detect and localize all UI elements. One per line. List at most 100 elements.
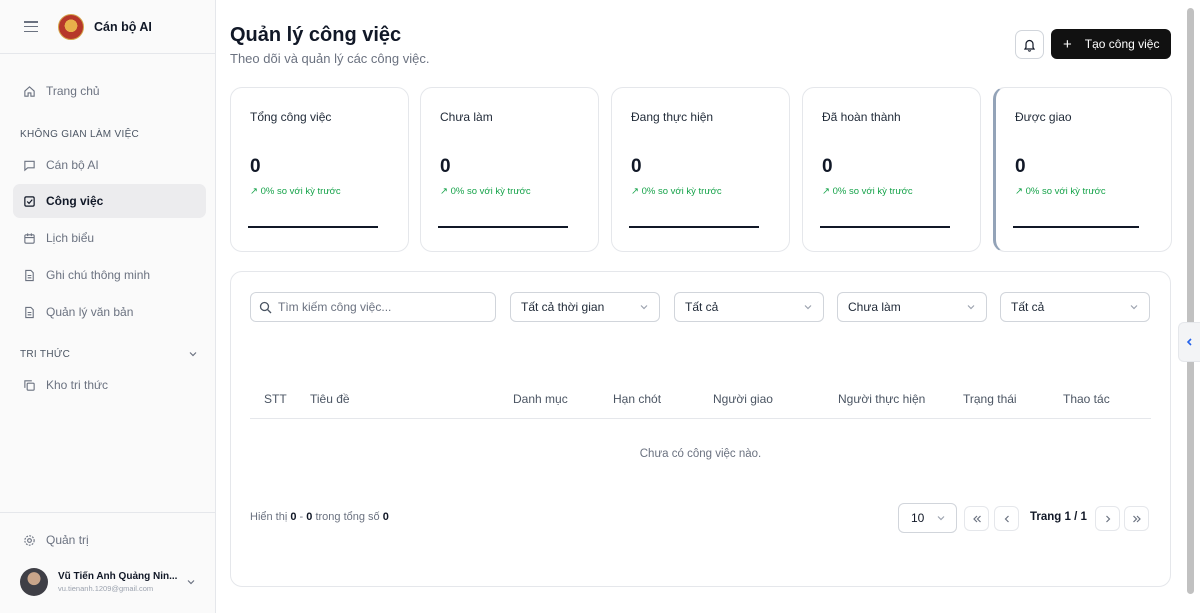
notification-button[interactable]	[1015, 30, 1044, 59]
stat-trend-text: 0% so với kỳ trước	[832, 186, 913, 197]
chevron-down-icon	[804, 305, 812, 310]
sidebar-item-van-ban[interactable]: Quản lý văn bản	[13, 295, 206, 329]
table-header-divider	[250, 418, 1151, 419]
page-title: Quản lý công việc	[230, 24, 402, 46]
select-value: Tất cả thời gian	[521, 300, 605, 314]
sidebar: Cán bộ AI Trang chủ KHÔNG GIAN LÀM VIỆC …	[0, 0, 216, 613]
app-name: Cán bộ AI	[94, 19, 152, 34]
chevron-right-icon	[1105, 515, 1110, 522]
last-page-button[interactable]	[1124, 506, 1149, 531]
stat-card-total: Tổng công việc 0 ↗ 0% so với kỳ trước	[230, 87, 409, 252]
sidebar-item-lich-bieu[interactable]: Lịch biểu	[13, 221, 206, 255]
sidebar-item-quan-tri[interactable]: Quản trị	[13, 523, 206, 557]
bell-icon	[1023, 39, 1036, 52]
sidebar-item-kho-tri-thuc[interactable]: Kho tri thức	[13, 368, 206, 402]
column-header-title[interactable]: Tiêu đề	[310, 392, 350, 406]
chat-icon	[23, 159, 36, 172]
sidebar-item-label: Trang chủ	[46, 84, 100, 98]
time-filter-select[interactable]: Tất cả thời gian	[510, 292, 660, 322]
stat-trend: ↗ 0% so với kỳ trước	[440, 186, 531, 197]
sidebar-item-cong-viec[interactable]: Công việc	[13, 184, 206, 218]
page-info: Trang 1 / 1	[1030, 511, 1087, 523]
arrow-up-right-icon: ↗	[440, 186, 448, 197]
section-label-knowledge: TRI THỨC	[20, 349, 71, 360]
category-filter-select[interactable]: Tất cả	[674, 292, 824, 322]
arrow-up-right-icon: ↗	[822, 186, 830, 197]
user-name: Vũ Tiến Anh Quảng Nin...	[58, 571, 178, 582]
sidebar-item-label: Công việc	[46, 194, 104, 208]
stat-value: 0	[1015, 156, 1026, 177]
gear-icon	[23, 534, 36, 547]
stat-sparkline	[1013, 226, 1139, 228]
column-header-assigner[interactable]: Người giao	[713, 392, 773, 406]
column-header-status[interactable]: Trạng thái	[963, 392, 1017, 406]
next-page-button[interactable]	[1095, 506, 1120, 531]
stat-value: 0	[440, 156, 451, 177]
chevron-down-icon[interactable]	[186, 577, 196, 587]
user-profile[interactable]: Vũ Tiến Anh Quảng Nin... vu.tienanh.1209…	[20, 568, 177, 596]
status-filter-select[interactable]: Chưa làm	[837, 292, 987, 322]
app-logo	[58, 13, 84, 40]
chevron-down-icon[interactable]	[188, 349, 198, 359]
summary-sep: -	[296, 511, 307, 523]
stat-trend-text: 0% so với kỳ trước	[1025, 186, 1106, 197]
column-header-stt[interactable]: STT	[264, 392, 287, 406]
checkbox-icon	[23, 195, 36, 208]
column-header-category[interactable]: Danh mục	[513, 392, 568, 406]
arrow-up-right-icon: ↗	[250, 186, 258, 197]
arrow-up-right-icon: ↗	[1015, 186, 1023, 197]
search-input[interactable]: Tìm kiếm công việc...	[250, 292, 496, 322]
column-header-deadline[interactable]: Hạn chót	[613, 392, 661, 406]
stat-card-todo: Chưa làm 0 ↗ 0% so với kỳ trước	[420, 87, 599, 252]
stat-card-done: Đã hoàn thành 0 ↗ 0% so với kỳ trước	[802, 87, 981, 252]
first-page-button[interactable]	[964, 506, 989, 531]
column-header-assignee[interactable]: Người thực hiện	[838, 392, 925, 406]
stat-trend-text: 0% so với kỳ trước	[260, 186, 341, 197]
page-size-select[interactable]: 10	[898, 503, 957, 533]
chevrons-left-icon	[972, 515, 981, 522]
stat-trend: ↗ 0% so với kỳ trước	[631, 186, 722, 197]
copy-icon	[23, 379, 36, 392]
calendar-icon	[23, 232, 36, 245]
create-task-button[interactable]: + Tạo công việc	[1051, 29, 1171, 59]
plus-icon: +	[1063, 35, 1072, 53]
page-scrollbar[interactable]	[1187, 8, 1194, 594]
sidebar-item-can-bo-ai[interactable]: Cán bộ AI	[13, 148, 206, 182]
assignee-filter-select[interactable]: Tất cả	[1000, 292, 1150, 322]
stat-trend-text: 0% so với kỳ trước	[641, 186, 722, 197]
chevron-down-icon	[1130, 305, 1138, 310]
select-value: Tất cả	[1011, 300, 1045, 314]
page-subtitle: Theo dõi và quản lý các công việc.	[230, 51, 430, 66]
summary-mid: trong tổng số	[312, 511, 383, 523]
chevron-left-icon	[1186, 338, 1192, 346]
stat-trend: ↗ 0% so với kỳ trước	[250, 186, 341, 197]
user-email: vu.tienanh.1209@gmail.com	[58, 584, 154, 593]
section-label-workspace: KHÔNG GIAN LÀM VIỆC	[20, 129, 140, 140]
summary-prefix: Hiển thị	[250, 511, 291, 523]
chevron-down-icon	[937, 516, 945, 521]
stat-sparkline	[629, 226, 759, 228]
search-icon	[259, 301, 272, 313]
stat-label: Chưa làm	[440, 110, 493, 124]
prev-page-button[interactable]	[994, 506, 1019, 531]
stat-trend: ↗ 0% so với kỳ trước	[1015, 186, 1106, 197]
column-header-actions[interactable]: Thao tác	[1063, 392, 1110, 406]
stat-label: Tổng công việc	[250, 110, 332, 124]
chevron-left-icon	[1004, 515, 1009, 522]
avatar	[20, 568, 48, 596]
file-icon	[23, 269, 36, 282]
menu-icon[interactable]	[24, 21, 38, 32]
sidebar-item-home[interactable]: Trang chủ	[13, 74, 206, 108]
stat-trend-text: 0% so với kỳ trước	[450, 186, 531, 197]
select-value: Chưa làm	[848, 300, 901, 314]
sidebar-item-ghi-chu[interactable]: Ghi chú thông minh	[13, 258, 206, 292]
sidebar-item-label: Cán bộ AI	[46, 158, 99, 172]
summary-total: 0	[382, 511, 389, 523]
side-panel-toggle[interactable]	[1178, 322, 1200, 362]
sidebar-item-label: Kho tri thức	[46, 378, 109, 392]
chevron-down-icon	[967, 305, 975, 310]
select-value: Tất cả	[685, 300, 719, 314]
search-placeholder: Tìm kiếm công việc...	[278, 300, 392, 314]
stat-sparkline	[820, 226, 950, 228]
stat-label: Đang thực hiện	[631, 110, 714, 124]
